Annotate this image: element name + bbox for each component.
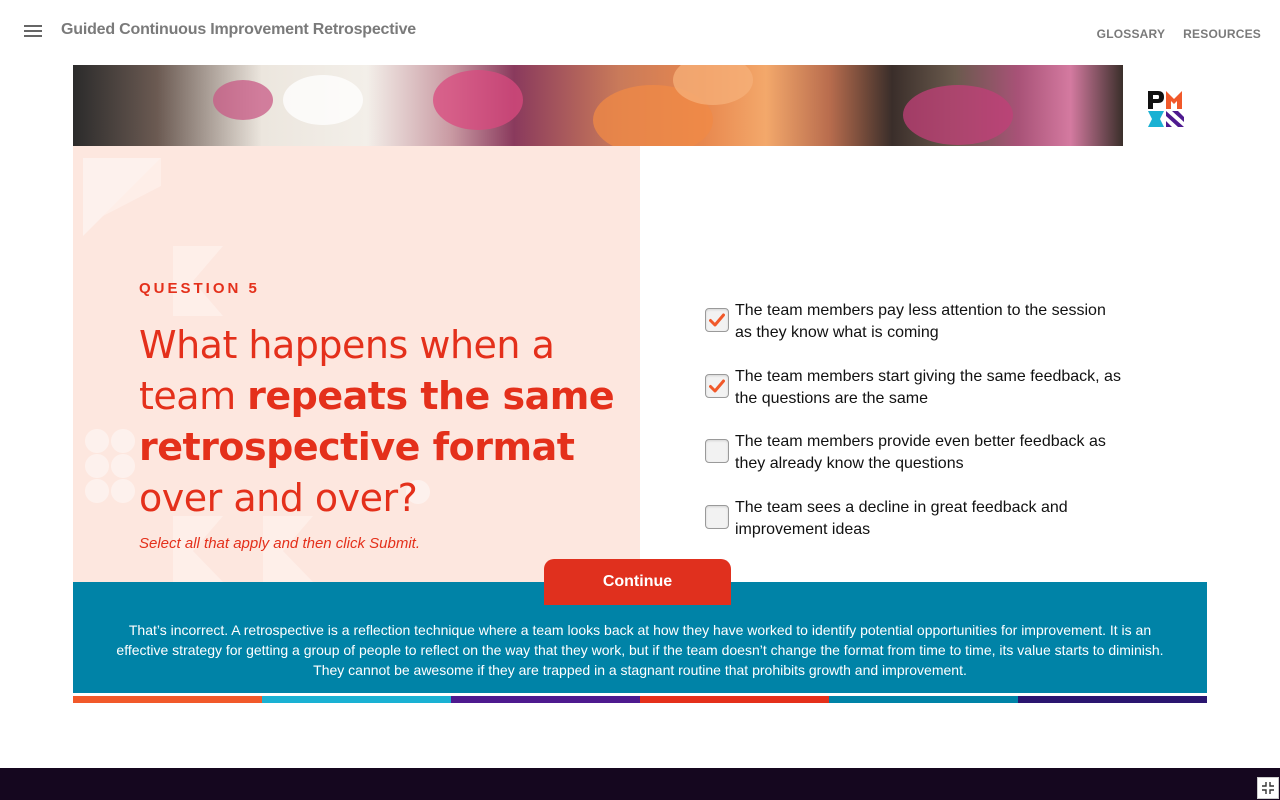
question-panel: QUESTION 5 What happens when a team repe… bbox=[73, 146, 640, 582]
answer-option-text: The team members pay less attention to t… bbox=[735, 302, 1106, 341]
answer-option-1[interactable]: The team members pay less attention to t… bbox=[705, 300, 1125, 366]
top-nav: GLOSSARY RESOURCES bbox=[1097, 27, 1261, 41]
stripe-teal bbox=[829, 696, 1018, 703]
answer-option-text: The team members provide even better fee… bbox=[735, 433, 1106, 472]
checkmark-icon bbox=[709, 379, 725, 393]
app-title: Guided Continuous Improvement Retrospect… bbox=[61, 21, 417, 38]
feedback-text: That’s incorrect. A retrospective is a r… bbox=[116, 622, 1164, 678]
checkbox-1[interactable] bbox=[705, 308, 729, 332]
checkbox-2[interactable] bbox=[705, 374, 729, 398]
stripe-indigo bbox=[1018, 696, 1207, 703]
resources-link[interactable]: RESOURCES bbox=[1183, 27, 1261, 41]
stripe-red bbox=[640, 696, 829, 703]
question-text-part2: over and over? bbox=[139, 476, 418, 520]
banner-image bbox=[73, 65, 1123, 146]
answer-option-text: The team sees a decline in great feedbac… bbox=[735, 499, 1068, 538]
answer-option-2[interactable]: The team members start giving the same f… bbox=[705, 366, 1125, 431]
checkmark-icon bbox=[709, 313, 725, 327]
checkbox-4[interactable] bbox=[705, 505, 729, 529]
hamburger-menu-icon[interactable] bbox=[24, 25, 42, 39]
pmi-logo bbox=[1148, 91, 1184, 127]
answer-option-text: The team members start giving the same f… bbox=[735, 368, 1121, 407]
answer-option-3[interactable]: The team members provide even better fee… bbox=[705, 431, 1125, 497]
stripe-cyan bbox=[262, 696, 451, 703]
answer-options: The team members pay less attention to t… bbox=[705, 300, 1125, 557]
answer-option-4[interactable]: The team sees a decline in great feedbac… bbox=[705, 497, 1125, 557]
question-text: What happens when a team repeats the sam… bbox=[139, 320, 619, 524]
glossary-link[interactable]: GLOSSARY bbox=[1097, 27, 1166, 41]
stripe-purple bbox=[451, 696, 640, 703]
continue-button[interactable]: Continue bbox=[544, 559, 731, 605]
stripe-orange bbox=[73, 696, 262, 703]
color-stripes bbox=[73, 696, 1207, 703]
question-number: QUESTION 5 bbox=[139, 280, 260, 297]
checkbox-3[interactable] bbox=[705, 439, 729, 463]
footer-bar bbox=[0, 768, 1280, 800]
exit-fullscreen-icon[interactable] bbox=[1257, 777, 1279, 799]
question-instruction: Select all that apply and then click Sub… bbox=[139, 535, 420, 552]
